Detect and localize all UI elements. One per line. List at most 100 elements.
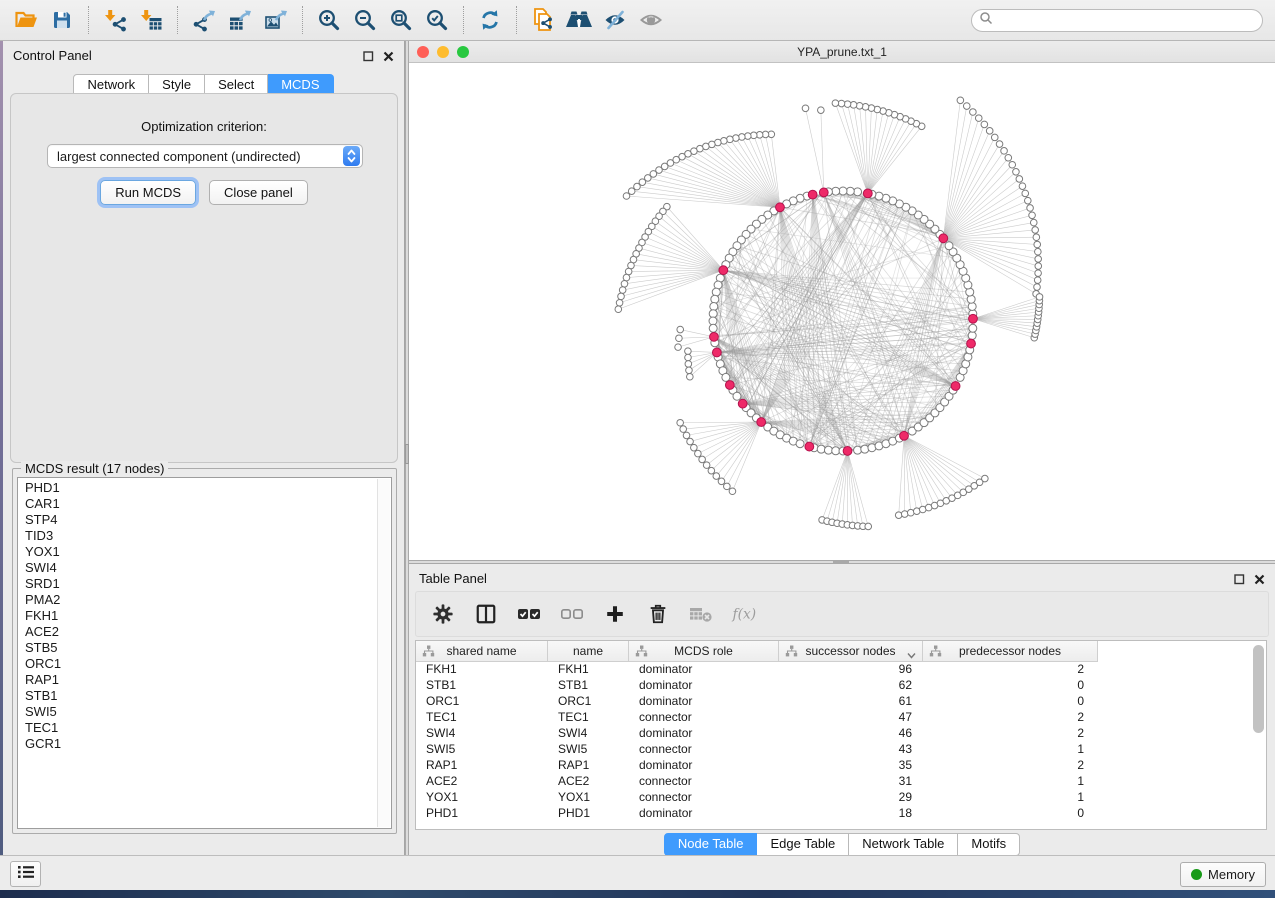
ring-node[interactable]	[945, 242, 953, 250]
leaf-node[interactable]	[981, 121, 988, 128]
table-row[interactable]: FKH1FKH1dominator962	[416, 662, 1098, 678]
import-network-icon[interactable]	[97, 4, 133, 36]
tab-network-table[interactable]: Network Table	[849, 833, 958, 856]
leaf-node[interactable]	[1029, 212, 1036, 219]
ring-node[interactable]	[817, 445, 825, 453]
leaf-node[interactable]	[1035, 270, 1042, 277]
hide-panels-icon[interactable]	[597, 4, 633, 36]
mcds-result-item[interactable]: SRD1	[25, 576, 391, 592]
table-row[interactable]: YOX1YOX1connector291	[416, 790, 1098, 806]
leaf-node[interactable]	[975, 115, 982, 122]
select-all-columns-icon[interactable]	[516, 601, 542, 627]
mcds-hub-node[interactable]	[863, 189, 872, 198]
float-panel-icon[interactable]	[1234, 572, 1245, 590]
leaf-node[interactable]	[1009, 161, 1016, 168]
mcds-result-item[interactable]: SWI4	[25, 560, 391, 576]
ring-node[interactable]	[854, 188, 862, 196]
export-table-icon[interactable]	[222, 4, 258, 36]
leaf-node[interactable]	[1027, 205, 1034, 212]
open-file-icon[interactable]	[8, 4, 44, 36]
leaf-node[interactable]	[687, 373, 694, 380]
column-header-predecessor-nodes[interactable]: predecessor nodes	[923, 641, 1098, 662]
mcds-hub-node[interactable]	[819, 188, 828, 197]
mcds-result-list[interactable]: PHD1CAR1STP4TID3YOX1SWI4SRD1PMA2FKH1ACE2…	[17, 477, 392, 829]
leaf-node[interactable]	[1019, 183, 1026, 190]
leaf-node[interactable]	[1034, 241, 1041, 248]
leaf-node[interactable]	[1035, 263, 1042, 270]
mcds-result-item[interactable]: TID3	[25, 528, 391, 544]
leaf-node[interactable]	[618, 293, 625, 300]
leaf-node[interactable]	[623, 274, 630, 281]
ring-node[interactable]	[733, 392, 741, 400]
table-row[interactable]: SWI4SWI4dominator462	[416, 726, 1098, 742]
mcds-hub-node[interactable]	[951, 382, 960, 391]
mcds-result-item[interactable]: FKH1	[25, 608, 391, 624]
leaf-node[interactable]	[1016, 176, 1023, 183]
mcds-hub-node[interactable]	[757, 418, 766, 427]
leaf-node[interactable]	[623, 193, 630, 200]
mcds-result-item[interactable]: STP4	[25, 512, 391, 528]
tab-motifs[interactable]: Motifs	[958, 833, 1020, 856]
ring-node[interactable]	[967, 295, 975, 303]
mcds-hub-node[interactable]	[712, 348, 721, 357]
refresh-layout-icon[interactable]	[472, 4, 508, 36]
leaf-node[interactable]	[1036, 294, 1043, 301]
leaf-node[interactable]	[739, 134, 746, 141]
leaf-node[interactable]	[691, 444, 698, 451]
leaf-node[interactable]	[724, 483, 731, 490]
leaf-node[interactable]	[1035, 256, 1042, 263]
leaf-node[interactable]	[676, 335, 683, 342]
leaf-node[interactable]	[1030, 219, 1037, 226]
share-document-icon[interactable]	[525, 4, 561, 36]
toggle-columns-icon[interactable]	[473, 601, 499, 627]
leaf-node[interactable]	[695, 450, 702, 457]
table-row[interactable]: STB1STB1dominator620	[416, 678, 1098, 694]
leaf-node[interactable]	[677, 419, 684, 426]
mcds-result-item[interactable]: PMA2	[25, 592, 391, 608]
table-row[interactable]: RAP1RAP1dominator352	[416, 758, 1098, 774]
leaf-node[interactable]	[677, 326, 684, 333]
leaf-node[interactable]	[685, 354, 692, 361]
leaf-node[interactable]	[991, 134, 998, 141]
leaf-node[interactable]	[832, 100, 839, 107]
task-history-button[interactable]	[10, 861, 41, 887]
ring-node[interactable]	[854, 446, 862, 454]
ring-node[interactable]	[968, 332, 976, 340]
leaf-node[interactable]	[895, 512, 902, 519]
leaf-node[interactable]	[963, 103, 970, 110]
leaf-node[interactable]	[1005, 154, 1012, 161]
optimization-criterion-dropdown[interactable]: largest connected component (undirected)	[47, 144, 363, 168]
mcds-result-item[interactable]: STB1	[25, 688, 391, 704]
leaf-node[interactable]	[982, 475, 989, 482]
network-canvas[interactable]	[409, 63, 1275, 559]
ring-node[interactable]	[796, 440, 804, 448]
leaf-node[interactable]	[699, 456, 706, 463]
leaf-node[interactable]	[675, 344, 682, 351]
leaf-node[interactable]	[628, 188, 635, 195]
leaf-node[interactable]	[619, 287, 626, 294]
leaf-node[interactable]	[708, 467, 715, 474]
mcds-list-scrollbar[interactable]	[377, 479, 390, 827]
import-table-icon[interactable]	[133, 4, 169, 36]
leaf-node[interactable]	[729, 488, 736, 495]
leaf-node[interactable]	[1001, 148, 1008, 155]
leaf-node[interactable]	[865, 523, 872, 530]
memory-button[interactable]: Memory	[1180, 862, 1266, 887]
add-column-icon[interactable]	[602, 601, 628, 627]
mcds-hub-node[interactable]	[738, 399, 747, 408]
ring-node[interactable]	[711, 295, 719, 303]
leaf-node[interactable]	[615, 306, 622, 313]
leaf-node[interactable]	[986, 128, 993, 135]
mcds-result-item[interactable]: PHD1	[25, 480, 391, 496]
table-settings-icon[interactable]	[430, 601, 456, 627]
ring-node[interactable]	[824, 446, 832, 454]
leaf-node[interactable]	[1035, 248, 1042, 255]
tab-edge-table[interactable]: Edge Table	[757, 833, 849, 856]
leaf-node[interactable]	[957, 97, 964, 104]
run-mcds-button[interactable]: Run MCDS	[100, 180, 196, 205]
leaf-node[interactable]	[1013, 169, 1020, 176]
leaf-node[interactable]	[616, 299, 623, 306]
ring-node[interactable]	[710, 302, 718, 310]
mcds-result-item[interactable]: TEC1	[25, 720, 391, 736]
column-header-MCDS-role[interactable]: MCDS role	[629, 641, 779, 662]
